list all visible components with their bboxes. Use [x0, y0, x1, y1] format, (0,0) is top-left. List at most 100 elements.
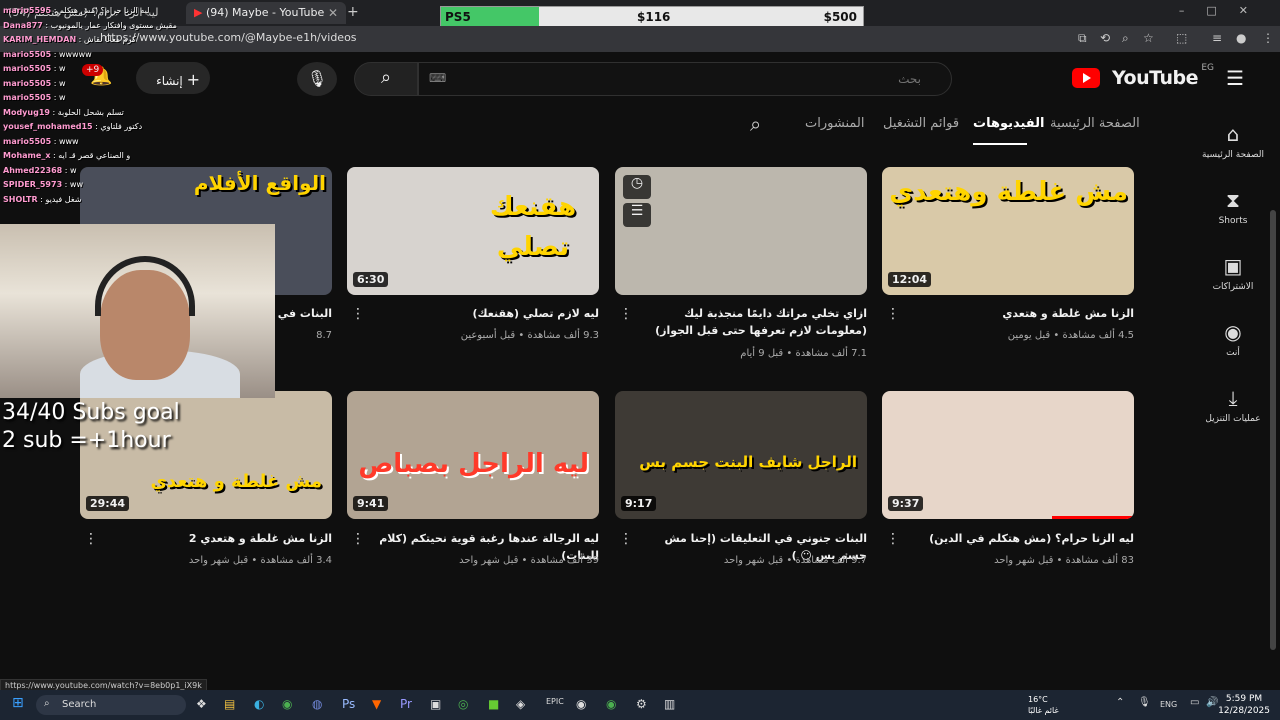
tab-posts[interactable]: المنشورات [805, 116, 864, 131]
zoom-icon[interactable]: ⌕ [1122, 31, 1129, 46]
file-explorer-icon[interactable]: ▤ [224, 697, 235, 711]
chat-username: yousef_mohamed15 [3, 122, 93, 131]
video-menu-icon[interactable]: ⋮ [351, 531, 365, 547]
photoshop-icon[interactable]: Ps [342, 697, 355, 711]
profile-avatar[interactable]: ● [1236, 31, 1246, 45]
search-input[interactable] [419, 63, 951, 95]
steam-icon[interactable]: ◈ [516, 697, 525, 711]
edge-icon[interactable]: ◐ [254, 697, 264, 711]
chat-message: SHOLTR : شغل فيديو [3, 195, 81, 204]
search-icon: ⌕ [380, 67, 392, 88]
kebab-menu-icon[interactable]: ⋮ [1262, 31, 1274, 45]
chat-username: Modyug19 [3, 107, 50, 117]
new-tab-button[interactable]: + [347, 4, 359, 20]
sidebar-item-downloads[interactable]: ⤓ عمليات التنزيل [1198, 386, 1268, 424]
video-age: قبل شهر واحد [994, 555, 1054, 566]
sidebar-item-subscriptions[interactable]: ▣ الاشتراكات [1198, 254, 1268, 292]
notepad-icon[interactable]: ▥ [664, 697, 675, 711]
page-scrollbar[interactable] [1270, 210, 1276, 650]
tray-overflow-icon[interactable]: ⌃ [1116, 697, 1124, 708]
settings-gear-icon[interactable]: ⚙ [636, 697, 647, 711]
channel-search-icon[interactable]: ⌕ [750, 112, 761, 136]
add-to-queue-icon[interactable]: ☰ [623, 203, 651, 227]
cast-icon[interactable]: ⧉ [1078, 31, 1087, 46]
video-title[interactable]: ليه لازم تصلي (هقنعك) [369, 305, 600, 322]
chat-username: mario5505 [3, 93, 52, 102]
tab-playlists[interactable]: قوائم التشغيل [883, 116, 959, 131]
search-button[interactable]: ⌕ [354, 62, 418, 96]
obs-icon[interactable]: ◉ [576, 697, 586, 711]
video-thumbnail[interactable]: ليه الراجل بصباص 9:41 [347, 391, 599, 519]
chat-text: : w [51, 78, 66, 88]
hamburger-menu-icon[interactable]: ☰ [1226, 66, 1244, 90]
chat-message: Mohame_x : و الصناعي قصر قـ ايه [3, 151, 130, 160]
sidebar-item-home[interactable]: ⌂ الصفحة الرئيسية [1198, 122, 1268, 160]
video-title[interactable]: ليه الزنا حرام؟ (مش هتكلم في الدين) [904, 530, 1134, 547]
video-thumbnail[interactable]: الراجل شايف البنت جسم بس 9:17 [615, 391, 867, 519]
video-meta: 7.1 ألف مشاهدة • قبل 9 أيام [740, 348, 867, 359]
video-thumbnail[interactable]: هقنعك تصلي 6:30 [347, 167, 599, 295]
video-title[interactable]: ازاي تخلي مراتك دايمًا منجذبة ليك (معلوم… [637, 305, 867, 339]
video-title[interactable]: الزنا مش غلطة و هتعدي [904, 305, 1134, 322]
tab-home[interactable]: الصفحة الرئيسية [1050, 116, 1140, 131]
close-icon[interactable]: ✕ [328, 6, 338, 20]
video-views: 9.3 ألف مشاهدة [527, 330, 599, 341]
reading-list-icon[interactable]: ≡ [1212, 31, 1222, 45]
video-menu-icon[interactable]: ⋮ [84, 531, 98, 547]
region-code: EG [1201, 63, 1214, 73]
whatsapp-icon[interactable]: ◎ [458, 697, 468, 711]
youtube-logo[interactable]: YouTube [1112, 67, 1198, 89]
video-menu-icon[interactable]: ⋮ [619, 531, 633, 547]
taskbar-clock[interactable]: 5:59 PM 12/28/2025 [1218, 693, 1270, 717]
video-menu-icon[interactable]: ⋮ [886, 531, 900, 547]
chat-message: mario5505 : w [3, 64, 66, 73]
chat-text: : wwwww [51, 49, 92, 59]
brave-icon[interactable]: ▼ [372, 697, 381, 711]
weather-temp: 16°C [1028, 695, 1048, 704]
youtube-logo-icon[interactable] [1072, 68, 1100, 88]
video-meta: 9.7 ألف مشاهدة • قبل شهر واحد [723, 555, 867, 566]
video-thumbnail[interactable]: مش غلطة وهتعدي 12:04 [882, 167, 1134, 295]
discord-icon[interactable]: ◍ [312, 697, 322, 711]
tab-videos[interactable]: الفيديوهات [973, 116, 1045, 131]
watch-later-icon[interactable]: ◷ [623, 175, 651, 199]
windows-start-icon[interactable]: ⊞ [12, 695, 24, 711]
clock-time: 5:59 PM [1225, 694, 1263, 704]
window-controls[interactable]: –□✕ [1179, 4, 1270, 17]
chat-text: : مقيش مستوى وافتكار عمار يالمونيوب [42, 20, 177, 30]
thumbnail-text: ليه الراجل بصباص [358, 449, 589, 479]
widgets-icon[interactable]: ❖ [196, 697, 207, 711]
chat-text: : ليه الزنا حرام؟ (مش هتكلم [51, 6, 150, 15]
sidebar-item-shorts[interactable]: ⧗ Shorts [1198, 188, 1268, 226]
microphone-tray-icon[interactable]: 🎙 [1138, 697, 1151, 708]
bookmark-star-icon[interactable]: ☆ [1143, 31, 1154, 45]
language-indicator[interactable]: ENG [1160, 700, 1177, 709]
network-icon[interactable]: ▭ [1190, 697, 1199, 708]
extensions-icon[interactable]: ⬚ [1176, 31, 1187, 45]
video-thumbnail[interactable]: ◷ ☰ [615, 167, 867, 295]
video-thumbnail[interactable]: 9:37 [882, 391, 1134, 519]
chrome-icon-2[interactable]: ◉ [606, 697, 616, 711]
search-box[interactable]: ⌨ [418, 62, 952, 96]
chat-text: : w [62, 165, 77, 175]
chat-username: SHOLTR [3, 194, 38, 204]
epic-games-icon[interactable]: EPIC [546, 697, 564, 706]
media-app-icon[interactable]: ▣ [430, 697, 441, 711]
voice-search-button[interactable]: 🎙 [297, 62, 337, 96]
translate-icon[interactable]: ⟲ [1100, 31, 1110, 45]
video-menu-icon[interactable]: ⋮ [886, 306, 900, 322]
you-icon: ◉ [1224, 320, 1242, 344]
chat-text: : w [51, 93, 66, 102]
premiere-icon[interactable]: Pr [400, 697, 412, 711]
chrome-icon[interactable]: ◉ [282, 697, 292, 711]
video-menu-icon[interactable]: ⋮ [619, 306, 633, 322]
video-title[interactable]: الزنا مش غلطة و هتعدي 2 [102, 530, 332, 547]
taskbar-search[interactable]: ⌕ Search [36, 695, 186, 715]
weather-widget[interactable]: 16°C غائم غالبًا [1028, 694, 1059, 716]
volume-icon[interactable]: 🔊 [1206, 697, 1218, 708]
video-menu-icon[interactable]: ⋮ [351, 306, 365, 322]
minecraft-icon[interactable]: ■ [488, 697, 499, 711]
chat-username: mario5505 [3, 136, 52, 146]
sidebar-item-you[interactable]: ◉ أنت [1198, 320, 1268, 358]
keyboard-icon[interactable]: ⌨ [429, 71, 446, 85]
